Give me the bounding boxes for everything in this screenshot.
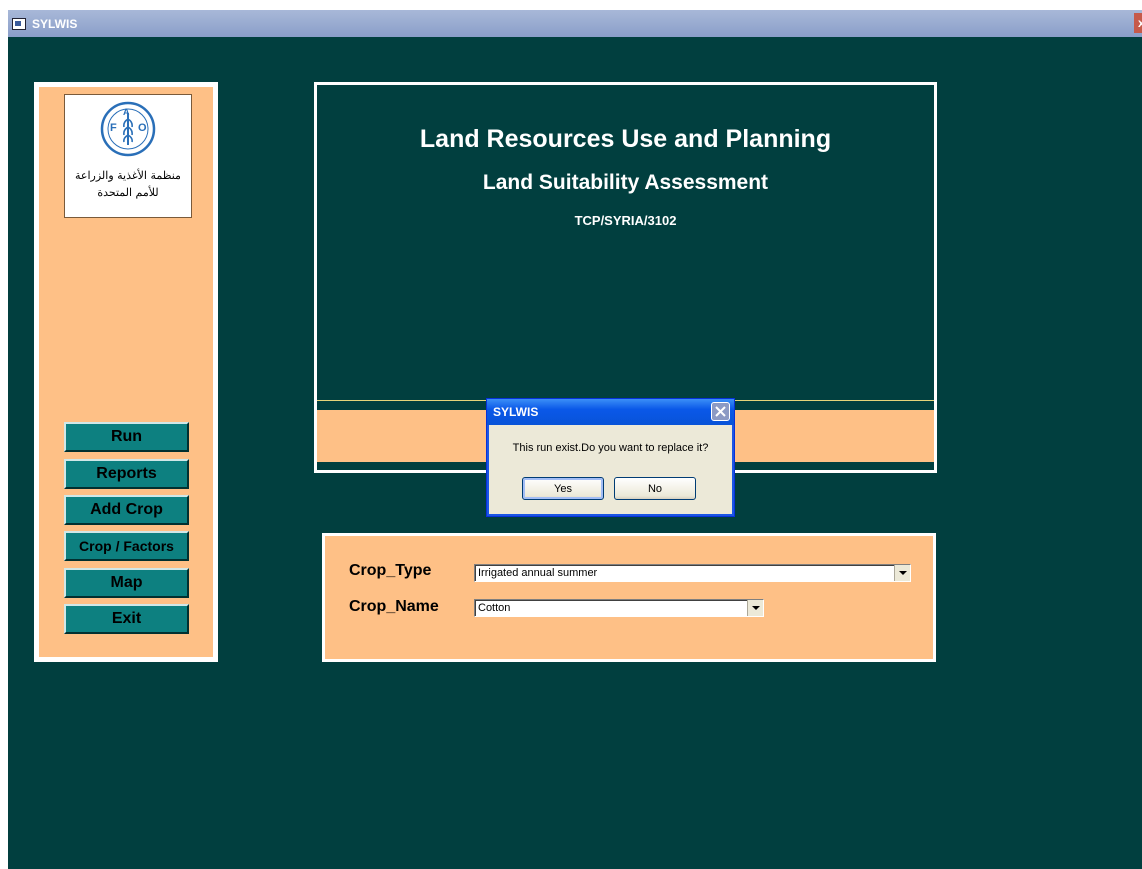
window-title: SYLWIS [32,16,78,31]
crop-name-value: Cotton [478,602,511,614]
crop-factors-button[interactable]: Crop / Factors [64,531,189,561]
crop-type-label: Crop_Type [349,562,432,579]
fao-logo-box: F A O منظمة الأغذية والزراعة للأمم المتح… [64,94,192,218]
no-button[interactable]: No [614,477,696,500]
page-title: Land Resources Use and Planning [419,125,832,153]
svg-text:F: F [110,122,117,134]
map-button[interactable]: Map [64,568,189,598]
project-code: TCP/SYRIA/3102 [574,213,677,228]
replace-run-dialog: SYLWIS This run exist.Do you want to rep… [486,398,735,517]
title-bar: SYLWIS x [8,10,1142,37]
app-window: SYLWIS x F A O منظمة الأغذية والزراعة لل… [8,10,1142,869]
svg-text:A: A [123,107,130,117]
page-subtitle: Land Suitability Assessment [482,171,769,194]
crop-selection-panel: Crop_Type Irrigated annual summer Crop_N… [322,533,936,662]
exit-button[interactable]: Exit [64,604,189,634]
crop-type-value: Irrigated annual summer [478,567,598,579]
fao-arabic-name: منظمة الأغذية والزراعة للأمم المتحدة [65,167,191,201]
window-close-button[interactable]: x [1134,13,1142,33]
dialog-title-bar: SYLWIS [487,399,734,425]
yes-button[interactable]: Yes [522,477,604,500]
crop-type-select[interactable]: Irrigated annual summer [474,564,911,582]
crop-name-select[interactable]: Cotton [474,599,764,617]
add-crop-button[interactable]: Add Crop [64,495,189,525]
run-button[interactable]: Run [64,422,189,452]
left-nav-panel: F A O منظمة الأغذية والزراعة للأمم المتح… [34,82,218,662]
chevron-down-icon[interactable] [747,600,763,616]
chevron-down-icon[interactable] [894,565,910,581]
reports-button[interactable]: Reports [64,459,189,489]
crop-name-label: Crop_Name [349,598,439,615]
close-icon[interactable] [711,402,730,421]
svg-text:O: O [138,122,147,134]
fao-logo-icon: F A O [100,101,156,157]
dialog-title: SYLWIS [493,405,539,419]
app-icon [12,17,26,30]
dialog-message: This run exist.Do you want to replace it… [512,442,709,454]
fao-arabic-line1: منظمة الأغذية والزراعة [75,169,181,182]
close-x-icon [715,406,726,417]
fao-arabic-line2: للأمم المتحدة [97,186,159,199]
